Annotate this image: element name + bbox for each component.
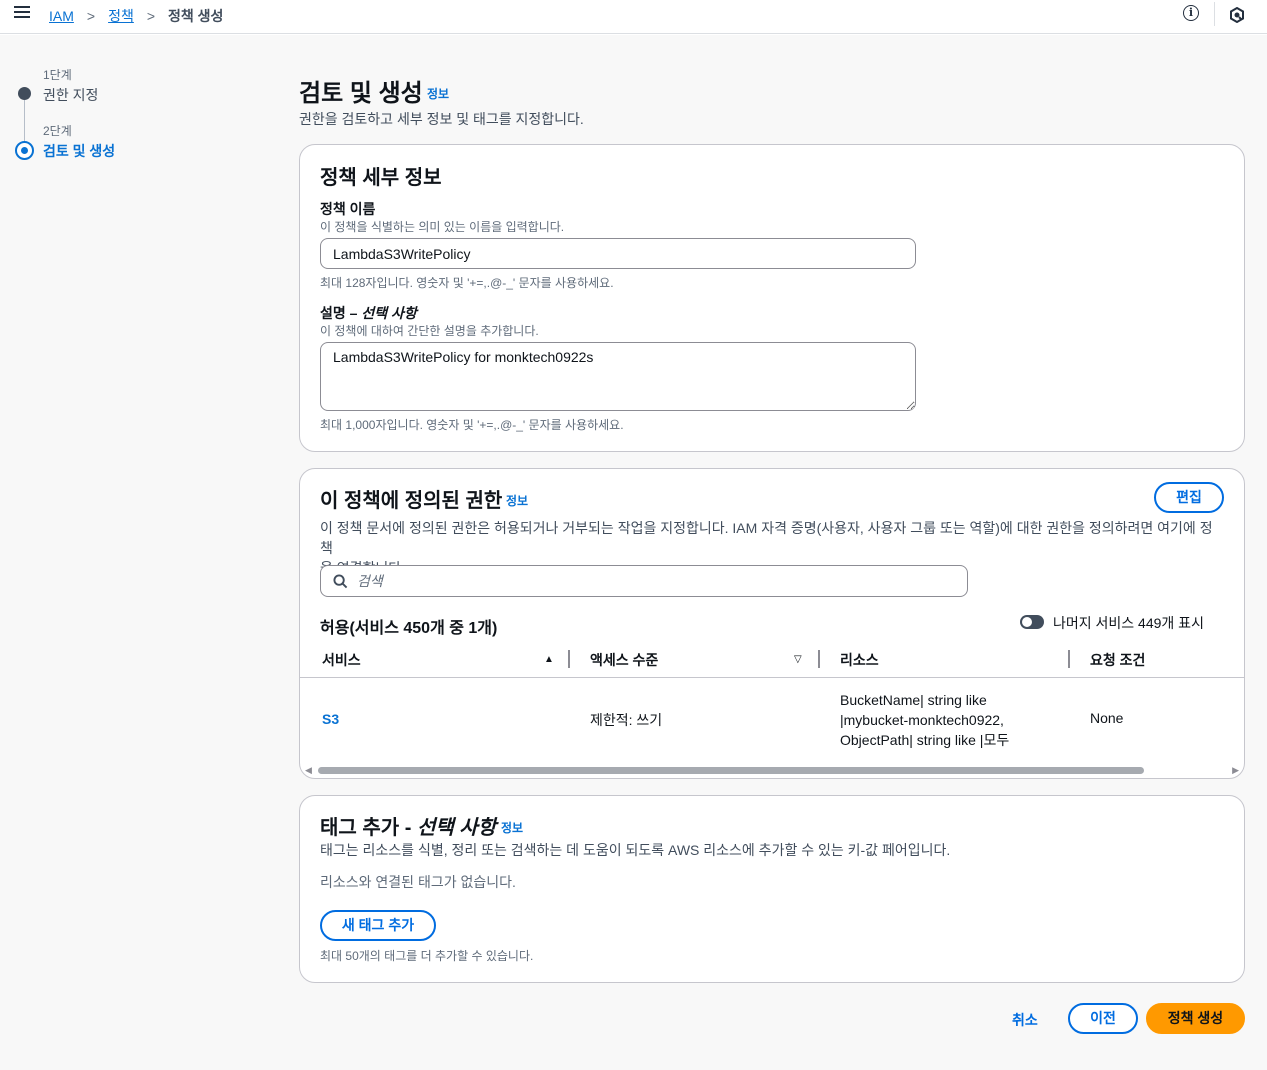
description-help: 이 정책에 대하여 간단한 설명을 추가합니다. bbox=[320, 324, 539, 338]
column-header-resource[interactable]: 리소스 bbox=[840, 650, 879, 670]
breadcrumb-iam[interactable]: IAM bbox=[49, 8, 74, 24]
step-1-link[interactable]: 권한 지정 bbox=[43, 85, 98, 105]
add-tag-button[interactable]: 새 태그 추가 bbox=[320, 910, 436, 941]
breadcrumb-policies[interactable]: 정책 bbox=[108, 6, 134, 26]
policy-name-description: 이 정책을 식별하는 의미 있는 이름을 입력합니다. bbox=[320, 220, 565, 234]
tags-title: 태그 추가 - 선택 사항 bbox=[320, 811, 496, 840]
column-resizer[interactable] bbox=[818, 650, 820, 668]
allow-heading: 허용(서비스 450개 중 1개) bbox=[320, 620, 498, 637]
previous-button[interactable]: 이전 bbox=[1068, 1003, 1138, 1034]
breadcrumb-current: 정책 생성 bbox=[168, 8, 224, 24]
permissions-panel: 이 정책에 정의된 권한 정보 편집 이 정책 문서에 정의된 권한은 허용되거… bbox=[299, 468, 1245, 779]
service-link-s3[interactable]: S3 bbox=[322, 711, 339, 727]
create-policy-button[interactable]: 정책 생성 bbox=[1146, 1003, 1245, 1034]
scroll-left-icon[interactable]: ◀ bbox=[305, 765, 312, 776]
column-header-service[interactable]: 서비스 bbox=[322, 650, 361, 670]
info-icon[interactable]: i bbox=[1183, 5, 1199, 21]
assistant-icon[interactable] bbox=[1229, 7, 1245, 23]
description-label-main: 설명 – bbox=[320, 305, 362, 321]
policy-details-panel: 정책 세부 정보 정책 이름 이 정책을 식별하는 의미 있는 이름을 입력합니… bbox=[299, 144, 1245, 452]
tags-empty-text: 리소스와 연결된 태그가 없습니다. bbox=[320, 874, 516, 890]
table-divider bbox=[300, 677, 1244, 678]
policy-name-input[interactable] bbox=[320, 238, 916, 269]
step-1-number: 1단계 bbox=[43, 68, 72, 82]
description-label: 설명 – 선택 사항 bbox=[320, 303, 417, 323]
page-description: 권한을 검토하고 세부 정보 및 태그를 지정합니다. bbox=[299, 111, 584, 127]
description-label-optional: 선택 사항 bbox=[361, 305, 417, 321]
menu-icon[interactable] bbox=[14, 6, 30, 20]
policy-details-title: 정책 세부 정보 bbox=[320, 167, 442, 189]
resource-line: ObjectPath| string like |모두 bbox=[840, 732, 1010, 748]
sort-ascending-icon[interactable]: ▲ bbox=[544, 654, 554, 665]
tags-panel: 태그 추가 - 선택 사항 정보 태그는 리소스를 식별, 정리 또는 검색하는… bbox=[299, 795, 1245, 983]
column-resizer[interactable] bbox=[1068, 650, 1070, 668]
access-level-cell: 제한적: 쓰기 bbox=[590, 712, 663, 728]
tags-title-main: 태그 추가 - bbox=[320, 817, 417, 839]
permissions-description-line-1: 이 정책 문서에 정의된 권한은 허용되거나 거부되는 작업을 지정합니다. I… bbox=[320, 520, 1213, 556]
policy-name-constraint: 최대 128자입니다. 영숫자 및 '+=,.@-_' 문자를 사용하세요. bbox=[320, 276, 614, 290]
description-textarea[interactable]: LambdaS3WritePolicy for monktech0922s bbox=[320, 342, 916, 411]
resource-line: |mybucket-monktech0922, bbox=[840, 712, 1004, 728]
page-title: 검토 및 생성 bbox=[299, 80, 423, 107]
column-resizer[interactable] bbox=[568, 650, 570, 668]
horizontal-scrollbar[interactable]: ◀ ▶ bbox=[302, 764, 1242, 776]
resource-cell: BucketName| string like |mybucket-monkte… bbox=[840, 690, 1009, 750]
permissions-info-link[interactable]: 정보 bbox=[506, 492, 528, 509]
condition-cell: None bbox=[1090, 710, 1124, 726]
divider bbox=[1214, 2, 1215, 26]
step-connector bbox=[24, 100, 25, 144]
cancel-button[interactable]: 취소 bbox=[1012, 1010, 1038, 1030]
search-field[interactable] bbox=[320, 565, 968, 597]
step-2-indicator-icon bbox=[15, 141, 34, 160]
search-icon bbox=[333, 574, 348, 589]
page-info-link[interactable]: 정보 bbox=[427, 85, 449, 102]
permissions-title: 이 정책에 정의된 권한 bbox=[320, 490, 503, 512]
search-input[interactable] bbox=[357, 566, 957, 596]
breadcrumb: IAM > 정책 > 정책 생성 bbox=[49, 6, 223, 26]
chevron-right-icon: > bbox=[86, 8, 96, 24]
tags-description: 태그는 리소스를 식별, 정리 또는 검색하는 데 도움이 되도록 AWS 리소… bbox=[320, 842, 951, 858]
description-constraint: 최대 1,000자입니다. 영숫자 및 '+=,.@-_' 문자를 사용하세요. bbox=[320, 418, 624, 432]
chevron-right-icon: > bbox=[146, 8, 156, 24]
edit-button[interactable]: 편집 bbox=[1154, 482, 1224, 513]
step-2-number: 2단계 bbox=[43, 124, 72, 138]
top-navigation-bar: IAM > 정책 > 정책 생성 i bbox=[0, 0, 1267, 34]
tags-info-link[interactable]: 정보 bbox=[501, 819, 523, 836]
show-remaining-label: 나머지 서비스 449개 표시 bbox=[1053, 615, 1204, 631]
column-header-access-level[interactable]: 액세스 수준 bbox=[590, 650, 658, 670]
step-2-label: 검토 및 생성 bbox=[43, 143, 116, 159]
scroll-right-icon[interactable]: ▶ bbox=[1232, 765, 1239, 776]
show-remaining-toggle[interactable] bbox=[1020, 615, 1044, 629]
policy-name-label: 정책 이름 bbox=[320, 201, 376, 217]
column-header-request-condition[interactable]: 요청 조건 bbox=[1090, 650, 1145, 670]
tags-title-optional: 선택 사항 bbox=[416, 817, 497, 839]
sort-descending-icon[interactable]: ▽ bbox=[794, 654, 802, 665]
tags-limit-text: 최대 50개의 태그를 더 추가할 수 있습니다. bbox=[320, 949, 534, 963]
resource-line: BucketName| string like bbox=[840, 692, 987, 708]
scrollbar-thumb[interactable] bbox=[318, 767, 1144, 774]
step-1-indicator-icon bbox=[18, 87, 31, 100]
